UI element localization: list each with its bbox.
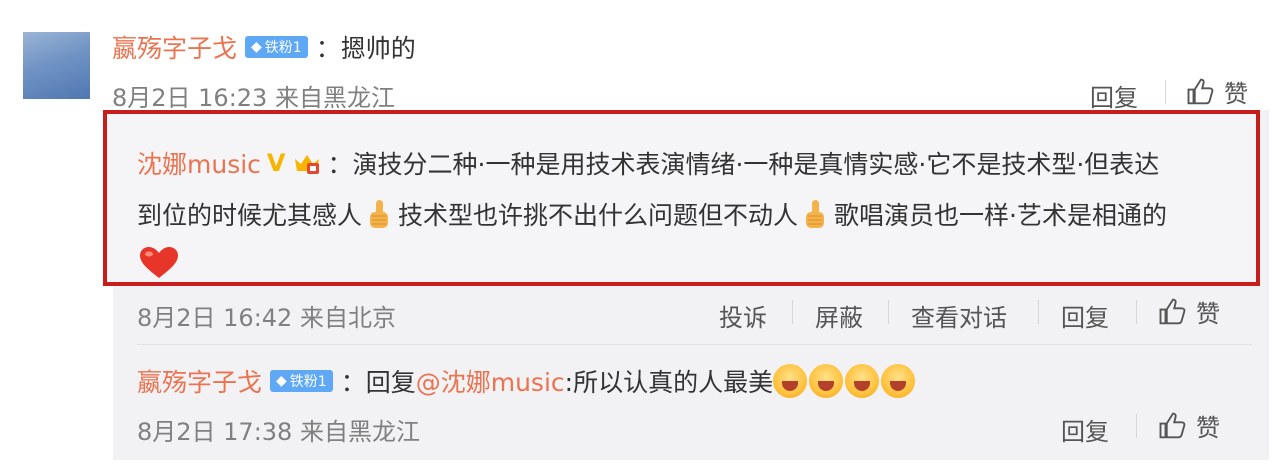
comment-text-part3: 歌唱演员也一样·艺术是相通的 xyxy=(834,201,1167,230)
username-link[interactable]: 嬴殇字子戈 xyxy=(137,363,262,399)
username-link[interactable]: 沈娜music xyxy=(137,145,261,181)
like-label: 赞 xyxy=(1196,300,1220,328)
action-divider xyxy=(1136,300,1137,324)
heart-emoji-icon xyxy=(140,247,178,278)
comment-meta: 8月2日 17:38 来自黑龙江 xyxy=(137,418,420,446)
action-divider xyxy=(1038,300,1039,324)
comment-text-part2: 技术型也许挑不出什么问题但不动人 xyxy=(398,201,799,230)
reply-text: :所以认真的人最美 xyxy=(564,368,774,397)
comment-header: 嬴殇字子戈 ◆ 铁粉1 ：摁帅的 xyxy=(112,29,416,65)
comment-line1: 沈娜music V ：演技分二种·一种是用技术表演情绪·一种是真情实感·它不是技… xyxy=(137,145,1159,181)
fan-badge[interactable]: ◆ 铁粉1 xyxy=(245,36,308,58)
laugh-cry-emoji-icon xyxy=(773,364,808,398)
action-divider xyxy=(1165,80,1166,104)
laugh-cry-emoji-icon xyxy=(881,364,916,398)
comment-text: ：摁帅的 xyxy=(315,34,416,63)
comment-meta: 8月2日 16:23 来自黑龙江 xyxy=(112,84,395,112)
comment-line: 嬴殇字子戈 ◆ 铁粉1 ：回复 @沈娜music :所以认真的人最美 xyxy=(137,363,917,399)
view-conversation-button[interactable]: 查看对话 xyxy=(911,298,1007,333)
thumb-up-icon xyxy=(1159,298,1186,324)
action-divider xyxy=(1136,414,1137,438)
laugh-cry-emoji-icon xyxy=(809,364,844,398)
like-button[interactable]: 赞 xyxy=(1186,74,1248,109)
like-label: 赞 xyxy=(1224,80,1248,108)
action-divider xyxy=(888,300,889,324)
diamond-icon: ◆ xyxy=(251,39,262,55)
mention-link[interactable]: @沈娜music xyxy=(416,363,565,399)
block-button[interactable]: 屏蔽 xyxy=(815,298,863,333)
reply-divider xyxy=(137,344,1252,345)
reply-button[interactable]: 回复 xyxy=(1061,412,1109,447)
thumbs-up-emoji-icon xyxy=(806,200,825,228)
fan-badge-label: 铁粉1 xyxy=(264,40,302,56)
comment-text: ：回复 @沈娜music :所以认真的人最美 xyxy=(341,363,917,399)
comment-text-part1: 到位的时候尤其感人 xyxy=(137,201,363,230)
like-label: 赞 xyxy=(1196,414,1220,442)
like-button[interactable]: 赞 xyxy=(1158,408,1220,443)
like-button[interactable]: 赞 xyxy=(1158,294,1220,329)
reply-button[interactable]: 回复 xyxy=(1061,298,1109,333)
thumb-up-icon xyxy=(1159,412,1186,438)
avatar[interactable] xyxy=(23,32,90,99)
fan-badge[interactable]: ◆ 铁粉1 xyxy=(270,370,333,392)
laugh-cry-emoji-icon xyxy=(845,364,880,398)
complain-button[interactable]: 投诉 xyxy=(719,298,767,333)
reply-prefix: ：回复 xyxy=(340,368,416,397)
action-divider xyxy=(792,300,793,324)
thumbs-up-emoji-icon xyxy=(370,200,389,228)
comment-line2: 到位的时候尤其感人 技术型也许挑不出什么问题但不动人 歌唱演员也一样·艺术是相通… xyxy=(137,196,1167,232)
verified-v-icon: V xyxy=(266,149,286,177)
reply-button[interactable]: 回复 xyxy=(1090,78,1138,113)
diamond-icon: ◆ xyxy=(276,373,287,389)
thumb-up-icon xyxy=(1187,78,1214,104)
crown-vip-icon xyxy=(294,155,319,174)
username-link[interactable]: 嬴殇字子戈 xyxy=(112,29,237,65)
comment-text: ：演技分二种·一种是用技术表演情绪·一种是真情实感·它不是技术型·但表达 xyxy=(327,150,1160,179)
fan-badge-label: 铁粉1 xyxy=(289,374,327,390)
comment-meta: 8月2日 16:42 来自北京 xyxy=(137,304,396,332)
